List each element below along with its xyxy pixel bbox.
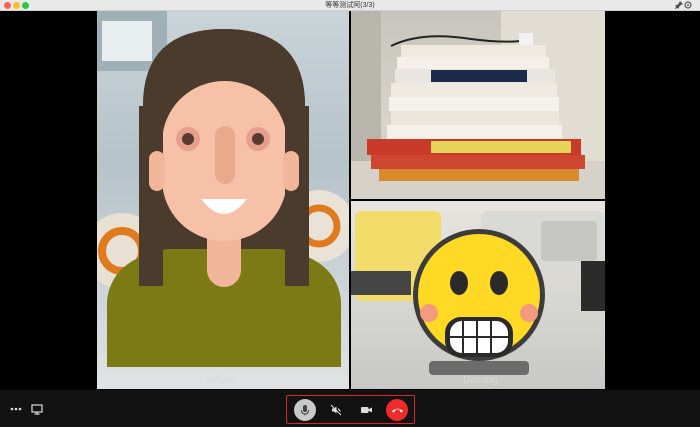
screen-share-icon	[31, 404, 43, 415]
video-tile-allison[interactable]: Allison	[97, 11, 349, 389]
daming-avatar	[351, 211, 605, 375]
video-grid: Allison Daming	[0, 11, 700, 390]
microphone-icon	[301, 405, 309, 416]
hang-up-button[interactable]	[386, 399, 408, 421]
camera-button[interactable]	[355, 399, 377, 421]
call-controls-group	[286, 395, 415, 424]
ellipsis-icon	[10, 407, 22, 411]
phone-hangup-icon	[391, 408, 403, 413]
window-title: 等等测试阿(3/3)	[325, 2, 375, 9]
speaker-button[interactable]	[325, 399, 347, 421]
microphone-button[interactable]	[294, 399, 316, 421]
video-frame	[351, 11, 605, 199]
speaker-muted-icon	[330, 404, 342, 416]
pin-icon[interactable]	[675, 1, 683, 11]
more-options-button[interactable]	[7, 400, 25, 418]
allison-avatar	[97, 11, 349, 367]
settings-icon[interactable]	[684, 1, 692, 11]
video-camera-icon	[360, 407, 372, 413]
title-bar: 等等测试阿(3/3)	[0, 0, 700, 11]
participant-name: Daming	[463, 375, 498, 386]
video-tile-daming[interactable]: Daming	[351, 201, 605, 389]
call-controls-bar	[0, 390, 700, 427]
participant-name: Allison	[207, 375, 237, 386]
screen-share-button[interactable]	[28, 400, 46, 418]
video-tile-books[interactable]	[351, 11, 605, 199]
